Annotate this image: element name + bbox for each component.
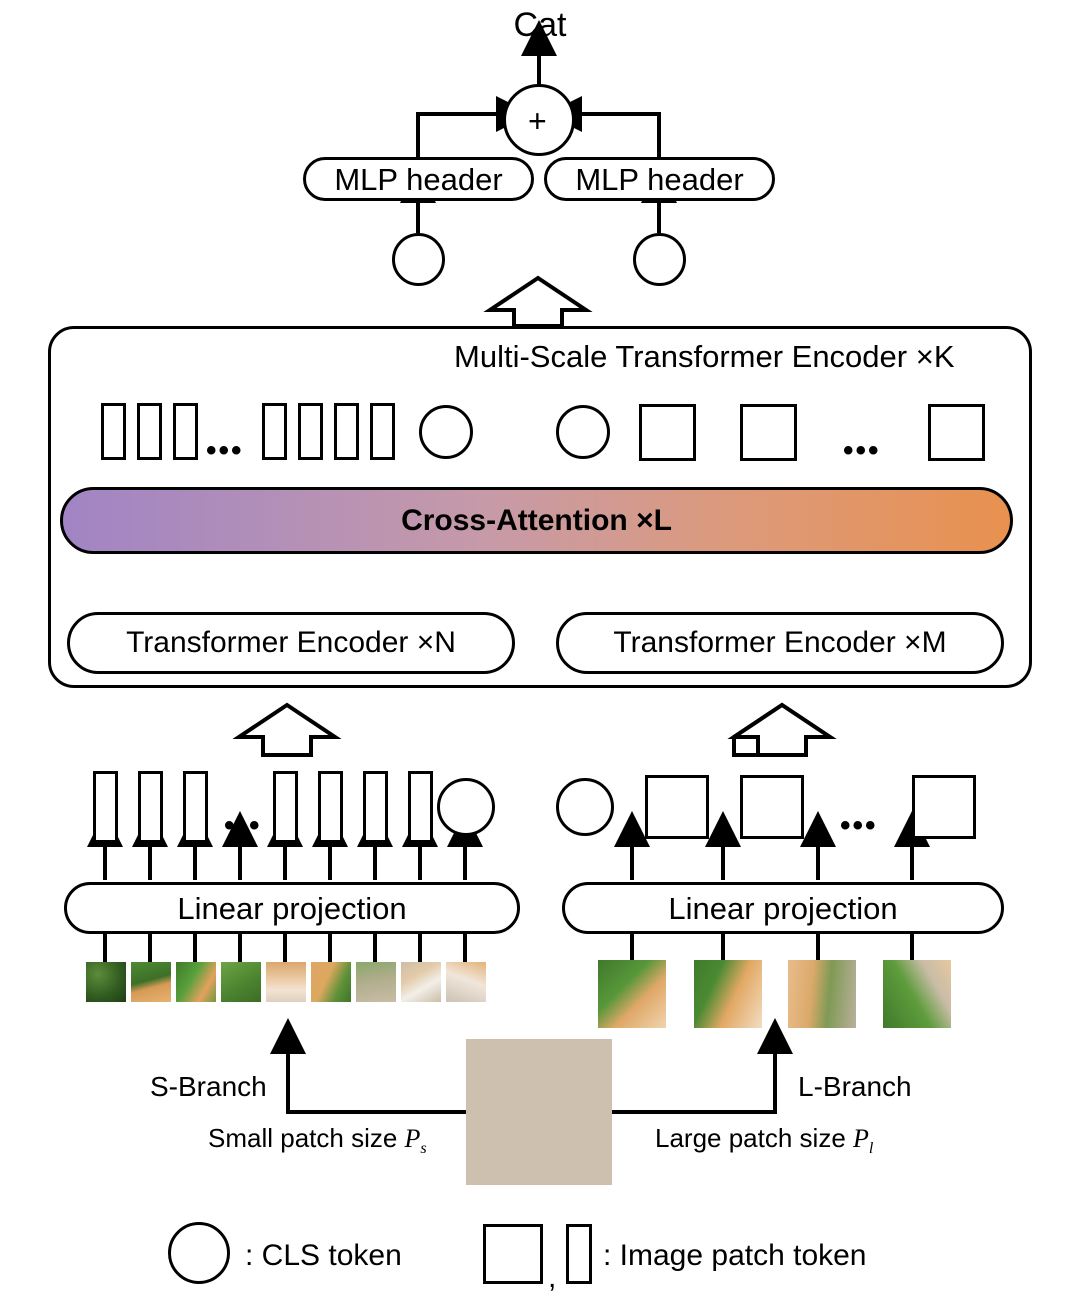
- ellipsis-l-branch: •••: [840, 809, 878, 842]
- small-patch-size-sub: s: [420, 1140, 427, 1158]
- image-patch-l4: [883, 960, 951, 1028]
- image-patch-l3: [788, 960, 856, 1028]
- transformer-encoder-large-box[interactable]: Transformer Encoder ×M: [556, 612, 1004, 674]
- small-patch-size-label: Small patch size Ps: [208, 1125, 427, 1157]
- patch-token-s3: [183, 771, 208, 843]
- image-patch-s4: [221, 962, 261, 1002]
- small-patch-size-var: P: [404, 1124, 421, 1153]
- patch-token-ms-s2: [137, 403, 162, 460]
- cls-token-l-branch: [556, 778, 614, 836]
- patch-token-ms-l2: [740, 404, 797, 461]
- input-image-kitten: [466, 1039, 612, 1185]
- patch-token-ms-l3: [928, 404, 985, 461]
- patch-token-s5: [318, 771, 343, 843]
- patch-token-ms-s5: [298, 403, 323, 460]
- cross-attention-bar[interactable]: Cross-Attention ×L: [60, 487, 1013, 554]
- large-patch-size-sub: l: [868, 1140, 874, 1158]
- image-patch-s9: [446, 962, 486, 1002]
- ellipsis-s-branch: •••: [224, 809, 262, 842]
- patch-token-s4: [273, 771, 298, 843]
- patch-token-l3: [912, 775, 976, 839]
- legend-comma: ,: [548, 1261, 557, 1294]
- image-patch-s5: [266, 962, 306, 1002]
- linear-projection-small[interactable]: Linear projection: [64, 882, 520, 934]
- patch-token-ms-s4: [262, 403, 287, 460]
- linear-projection-large[interactable]: Linear projection: [562, 882, 1004, 934]
- cls-token-ms-large: [556, 405, 610, 459]
- patch-token-ms-s1: [101, 403, 126, 460]
- patch-token-s2: [138, 771, 163, 843]
- ellipsis-ms-small: •••: [206, 434, 244, 467]
- cls-token-s-branch: [437, 778, 495, 836]
- legend-small-patch-icon: [566, 1224, 592, 1284]
- image-patch-s3: [176, 962, 216, 1002]
- patch-token-l1: [645, 775, 709, 839]
- legend-cls-text: : CLS token: [245, 1239, 402, 1272]
- patch-token-l2: [740, 775, 804, 839]
- multi-scale-encoder-title: Multi-Scale Transformer Encoder ×K: [454, 339, 955, 374]
- legend-large-patch-icon: [483, 1224, 543, 1284]
- patch-token-ms-s3: [173, 403, 198, 460]
- transformer-encoder-small-box[interactable]: Transformer Encoder ×N: [67, 612, 515, 674]
- cross-attention-label: Cross-Attention ×L: [401, 503, 672, 537]
- ellipsis-ms-large: •••: [843, 434, 881, 467]
- mlp-header-large-box[interactable]: MLP header: [544, 157, 775, 201]
- image-patch-s7: [356, 962, 396, 1002]
- image-patch-l2: [694, 960, 762, 1028]
- large-patch-size-label: Large patch size Pl: [655, 1125, 873, 1157]
- mlp-header-large-label: MLP header: [575, 161, 744, 197]
- l-branch-label: L-Branch: [798, 1071, 912, 1102]
- patch-token-s7: [408, 771, 433, 843]
- linear-projection-small-label: Linear projection: [177, 890, 407, 926]
- image-patch-s6: [311, 962, 351, 1002]
- large-patch-size-var: P: [853, 1124, 869, 1153]
- image-patch-s8: [401, 962, 441, 1002]
- cls-token-ms-small: [419, 405, 473, 459]
- crossvit-architecture-diagram: Cat + MLP header MLP header Multi-Scale …: [0, 0, 1080, 1304]
- image-patch-s2: [131, 962, 171, 1002]
- transformer-encoder-small-label: Transformer Encoder ×N: [126, 626, 456, 659]
- linear-projection-large-label: Linear projection: [668, 890, 898, 926]
- large-patch-size-prefix: Large patch size: [655, 1123, 854, 1153]
- legend-cls-icon: [168, 1222, 230, 1284]
- mlp-header-small-label: MLP header: [334, 161, 503, 197]
- mlp-header-small-box[interactable]: MLP header: [303, 157, 534, 201]
- transformer-encoder-large-label: Transformer Encoder ×M: [613, 626, 947, 659]
- plus-symbol: +: [528, 103, 547, 139]
- cls-token-output-large: [633, 233, 686, 286]
- cls-token-output-small: [392, 233, 445, 286]
- small-patch-size-prefix: Small patch size: [208, 1123, 405, 1153]
- patch-token-s6: [363, 771, 388, 843]
- legend-patch-text: : Image patch token: [603, 1239, 867, 1272]
- patch-token-ms-s6: [334, 403, 359, 460]
- image-patch-l1: [598, 960, 666, 1028]
- s-branch-label: S-Branch: [150, 1071, 267, 1102]
- image-patch-s1: [86, 962, 126, 1002]
- patch-token-ms-l1: [639, 404, 696, 461]
- patch-token-ms-s7: [370, 403, 395, 460]
- patch-token-s1: [93, 771, 118, 843]
